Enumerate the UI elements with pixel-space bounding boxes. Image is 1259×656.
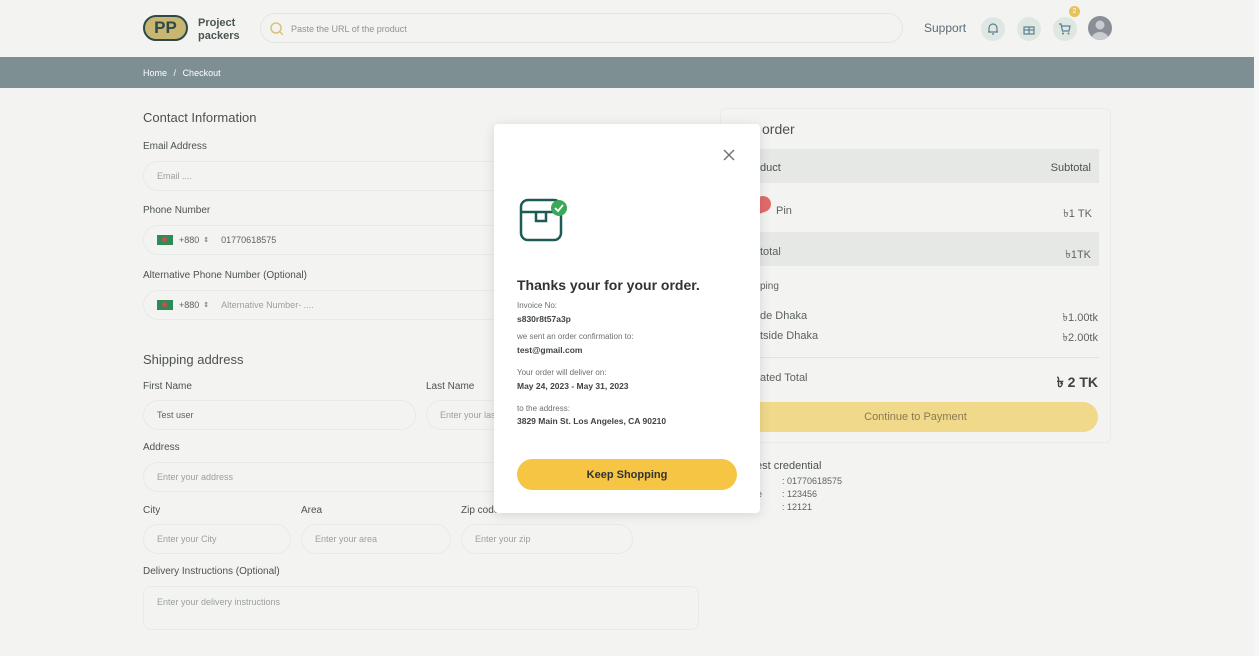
- estimated-total-label: ated Total: [760, 372, 808, 384]
- last-name-label: Last Name: [426, 381, 475, 392]
- bangladesh-flag-icon: [157, 235, 173, 245]
- email-placeholder: Email ....: [157, 171, 193, 181]
- top-header: PP Project packers Support 2: [0, 0, 1254, 57]
- outside-dhaka-label[interactable]: tside Dhaka: [760, 330, 818, 342]
- first-name-value: Test user: [157, 410, 194, 420]
- address-label: Address: [143, 442, 180, 453]
- subtotal-label: total: [760, 246, 781, 258]
- user-avatar-icon: [1091, 20, 1109, 40]
- continue-to-payment-button[interactable]: Continue to Payment: [733, 402, 1098, 432]
- city-placeholder: Enter your City: [157, 534, 217, 544]
- breadcrumb: Home / Checkout: [143, 68, 225, 78]
- gift-icon: [1023, 26, 1035, 35]
- keep-shopping-button[interactable]: Keep Shopping: [517, 459, 737, 490]
- delivery-label: Your order will deliver on:: [517, 368, 607, 377]
- confirmation-label: we sent an order confirmation to:: [517, 332, 634, 341]
- breadcrumb-separator: /: [173, 68, 177, 78]
- alt-phone-country-code[interactable]: +880: [179, 300, 199, 310]
- last-name-placeholder: Enter your las: [440, 410, 496, 420]
- breadcrumb-home[interactable]: Home: [143, 68, 167, 78]
- support-link[interactable]: Support: [924, 21, 966, 35]
- search-icon: [270, 22, 284, 36]
- area-placeholder: Enter your area: [315, 534, 378, 544]
- breadcrumb-current: Checkout: [182, 68, 221, 78]
- breadcrumb-bar: Home / Checkout: [0, 57, 1254, 88]
- item-price: ৳1 TK: [1063, 208, 1092, 220]
- outside-dhaka-value: ৳2.00tk: [1062, 332, 1098, 344]
- estimated-total-value: ৳ 2 TK: [1056, 374, 1098, 390]
- zip-placeholder: Enter your zip: [475, 534, 531, 544]
- email-label: Email Address: [143, 141, 207, 152]
- page-scrollbar[interactable]: [1254, 0, 1259, 656]
- gift-button[interactable]: [1017, 17, 1041, 41]
- order-table-header: duct Subtotal: [733, 149, 1099, 183]
- first-name-label: First Name: [143, 381, 192, 392]
- area-field[interactable]: Enter your area: [301, 524, 451, 554]
- bangladesh-flag-icon: [157, 300, 173, 310]
- contact-title: Contact Information: [143, 110, 257, 125]
- instructions-placeholder: Enter your delivery instructions: [157, 597, 281, 607]
- modal-heading: Thanks your for your order.: [517, 277, 700, 293]
- search-bar[interactable]: [260, 13, 903, 43]
- instructions-label: Delivery Instructions (Optional): [143, 566, 280, 577]
- phone-country-code[interactable]: +880: [179, 235, 199, 245]
- cart-button[interactable]: [1053, 17, 1077, 41]
- phone-field[interactable]: +880 ⇕ 01770618575: [143, 225, 543, 255]
- confirmation-email: test@gmail.com: [517, 345, 583, 355]
- delivery-address: 3829 Main St. Los Angeles, CA 90210: [517, 416, 667, 426]
- search-input[interactable]: [291, 19, 881, 39]
- address-placeholder: Enter your address: [157, 472, 234, 482]
- col-subtotal: Subtotal: [1050, 162, 1091, 174]
- logo-line-1: Project: [198, 17, 236, 29]
- shipping-label: ping: [760, 281, 779, 292]
- logo-mark[interactable]: PP: [143, 15, 188, 41]
- address-to-label: to the address:: [517, 404, 570, 413]
- city-field[interactable]: Enter your City: [143, 524, 291, 554]
- bell-icon: [988, 23, 998, 35]
- instructions-textarea[interactable]: Enter your delivery instructions: [143, 586, 699, 630]
- summary-divider: [733, 357, 1099, 358]
- chevron-updown-icon[interactable]: ⇕: [203, 301, 209, 309]
- cart-count-badge: 2: [1069, 6, 1080, 17]
- address-field[interactable]: Enter your address: [143, 462, 543, 492]
- cart-icon: [1059, 23, 1071, 35]
- subtotal-value: ৳1TK: [1065, 249, 1091, 261]
- inside-dhaka-value: ৳1.00tk: [1062, 312, 1098, 324]
- close-icon[interactable]: [722, 148, 736, 162]
- package-check-icon: [519, 198, 567, 242]
- credential-phone: : 01770618575: [782, 476, 843, 486]
- alt-phone-placeholder: Alternative Number- ....: [221, 300, 314, 310]
- phone-label: Phone Number: [143, 205, 211, 216]
- logo-text[interactable]: Project packers: [198, 17, 240, 43]
- credential-title: est credential: [756, 460, 822, 472]
- avatar[interactable]: [1088, 16, 1112, 40]
- area-label: Area: [301, 505, 323, 516]
- alt-phone-label: Alternative Phone Number (Optional): [143, 270, 307, 281]
- email-field[interactable]: Email ....: [143, 161, 543, 191]
- chevron-updown-icon[interactable]: ⇕: [203, 236, 209, 244]
- shipping-title: Shipping address: [143, 352, 244, 367]
- order-title: order: [762, 121, 795, 137]
- credential-code: : 12121: [782, 502, 813, 512]
- col-product: duct: [760, 162, 781, 174]
- zip-field[interactable]: Enter your zip: [461, 524, 633, 554]
- credential-password: : 123456: [782, 489, 818, 499]
- notification-button[interactable]: [981, 17, 1005, 41]
- first-name-field[interactable]: Test user: [143, 400, 416, 430]
- invoice-label: Invoice No:: [517, 301, 558, 310]
- subtotal-row: total ৳1TK: [733, 232, 1099, 266]
- alt-phone-field[interactable]: +880 ⇕ Alternative Number- ....: [143, 290, 543, 320]
- item-name: Pin: [776, 205, 792, 217]
- invoice-value: s830r8t57a3p: [517, 314, 571, 324]
- inside-dhaka-label[interactable]: de Dhaka: [760, 310, 807, 322]
- city-label: City: [143, 505, 161, 516]
- logo-line-2: packers: [198, 30, 240, 42]
- delivery-dates: May 24, 2023 - May 31, 2023: [517, 381, 629, 391]
- phone-value: 01770618575: [221, 235, 277, 245]
- order-confirmation-modal: Thanks your for your order. Invoice No: …: [494, 124, 760, 513]
